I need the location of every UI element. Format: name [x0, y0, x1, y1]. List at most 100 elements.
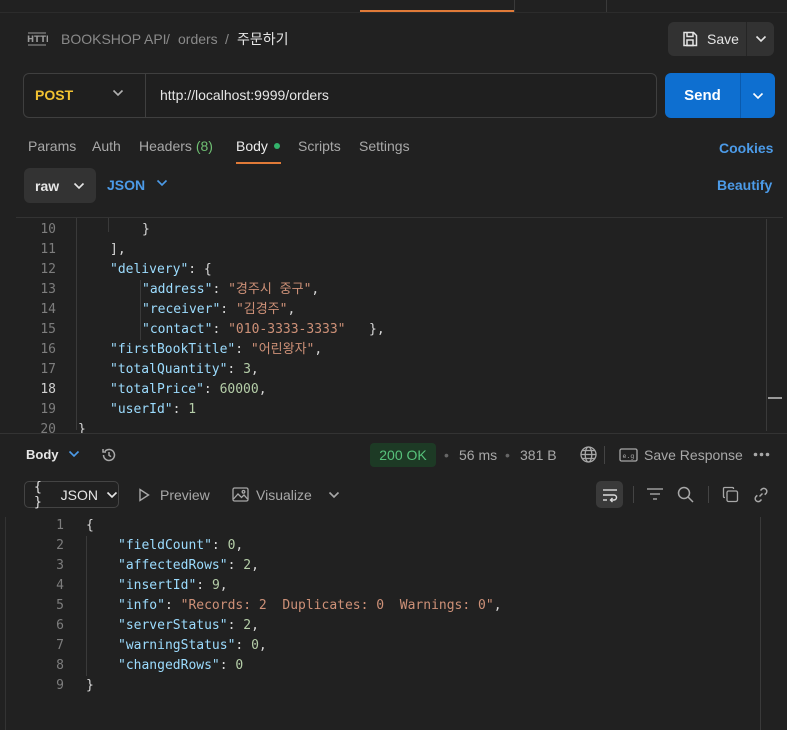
preview-button[interactable]: Preview [160, 487, 210, 503]
json-key: "contact" [142, 322, 213, 337]
line-number: 20 [40, 422, 56, 433]
line-number: 13 [40, 282, 56, 297]
svg-text:HTTP: HTTP [27, 35, 48, 45]
code-line: 5 "info": "Records: 2 Duplicates: 0 Warni… [16, 596, 756, 616]
send-options-button[interactable] [741, 73, 775, 118]
json-key: "totalQuantity" [110, 362, 228, 377]
chevron-down-icon[interactable] [68, 450, 80, 458]
code-punct: , [250, 362, 259, 377]
wrap-lines-button[interactable] [596, 481, 623, 508]
code-line: 18 "totalPrice": 60000, [16, 380, 766, 400]
json-key: "insertId" [118, 578, 197, 593]
braces-icon: { } [34, 479, 42, 510]
toolbar-divider [633, 486, 634, 503]
top-tab-divider [514, 0, 515, 12]
floppy-disk-icon [681, 30, 699, 48]
beautify-link[interactable]: Beautify [717, 177, 772, 193]
json-key: "address" [142, 282, 213, 297]
code-line: 20} [16, 420, 766, 433]
code-punct: : [227, 558, 244, 573]
save-options-button[interactable] [747, 22, 774, 56]
link-icon[interactable] [752, 486, 770, 504]
response-divider[interactable] [0, 433, 787, 434]
more-horizontal-icon[interactable] [753, 452, 770, 457]
code-punct: : { [188, 262, 212, 277]
code-punct: { [86, 518, 94, 533]
code-text: "contact": "010-3333-3333" }, [142, 320, 385, 340]
line-number: 7 [56, 638, 64, 653]
tab-settings[interactable]: Settings [359, 137, 410, 155]
breadcrumb-request-name[interactable]: 주문하기 [237, 30, 289, 48]
code-text: } [86, 676, 94, 696]
code-line: 6 "serverStatus": 2, [16, 616, 756, 636]
active-tab-underline [236, 162, 281, 164]
code-punct: , [251, 618, 259, 633]
json-key: "changedRows" [118, 658, 220, 673]
code-line: 13 "address": "경주시 중구", [16, 280, 766, 300]
code-text: ], [110, 240, 126, 260]
breadcrumb-folder[interactable]: orders [178, 30, 218, 48]
editor-scrollbar[interactable] [766, 219, 767, 431]
code-text: "firstBookTitle": "어린왕자", [110, 340, 322, 360]
http-icon: HTTP [26, 30, 52, 48]
request-body-editor[interactable]: 10} 11], 12 "delivery": {13 "address": "경주시 … [16, 217, 783, 433]
url-divider [145, 74, 146, 117]
response-body-label[interactable]: Body [26, 447, 59, 462]
save-response-button[interactable]: Save Response [644, 447, 743, 463]
copy-icon[interactable] [722, 486, 739, 503]
tab-body-label: Body [236, 138, 268, 154]
send-button[interactable]: Send [665, 73, 740, 118]
tab-headers-label: Headers [139, 138, 192, 154]
json-number: 0 [251, 638, 259, 653]
cookies-link[interactable]: Cookies [719, 140, 773, 156]
search-icon[interactable] [677, 486, 694, 503]
code-punct: : [235, 638, 252, 653]
chevron-down-icon [73, 182, 85, 190]
method-select[interactable]: POST [35, 87, 73, 103]
tab-params[interactable]: Params [28, 137, 76, 155]
tab-auth[interactable]: Auth [92, 137, 121, 155]
response-format-select[interactable]: { } JSON [24, 479, 119, 510]
body-mode-select[interactable]: raw [24, 168, 96, 203]
response-body-viewer[interactable]: 1{2 "fieldCount": 0, 3 "affectedRows": 2, 4 "… [16, 516, 760, 730]
code-text: "fieldCount": 0, [118, 536, 243, 556]
code-text: "info": "Records: 2 Duplicates: 0 Warnin… [118, 596, 502, 616]
code-punct: : [227, 618, 244, 633]
meta-divider [604, 446, 605, 464]
globe-icon[interactable] [579, 445, 598, 464]
code-text: "warningStatus": 0, [118, 636, 267, 656]
code-punct: , [314, 342, 323, 357]
visualize-button[interactable]: Visualize [256, 487, 312, 503]
code-text: "delivery": { [110, 260, 212, 280]
code-punct: }, [345, 322, 385, 337]
image-icon[interactable] [232, 487, 249, 502]
response-time[interactable]: 56 ms [459, 447, 497, 463]
status-badge[interactable]: 200 OK [370, 443, 436, 467]
line-number: 15 [40, 322, 56, 337]
response-size[interactable]: 381 B [520, 447, 557, 463]
save-response-icon[interactable]: e.g [619, 447, 638, 463]
chevron-down-icon[interactable] [156, 179, 168, 187]
url-input[interactable]: http://localhost:9999/orders [160, 87, 329, 103]
code-punct: : [164, 598, 181, 613]
filter-icon[interactable] [646, 487, 664, 501]
save-button-group: Save [668, 22, 774, 56]
tab-headers[interactable]: Headers (8) [139, 137, 213, 155]
save-button[interactable]: Save [668, 22, 746, 56]
indent-guide [108, 218, 109, 232]
indent-guide [140, 280, 141, 340]
code-punct: : [212, 282, 229, 297]
response-format-label: JSON [60, 486, 98, 503]
tab-scripts[interactable]: Scripts [298, 137, 341, 155]
code-line: 1{ [16, 516, 756, 536]
breadcrumb-collection[interactable]: BOOKSHOP API [61, 30, 167, 48]
chevron-down-icon[interactable] [112, 89, 124, 97]
response-scrollbar[interactable] [760, 517, 761, 730]
line-number: 19 [40, 402, 56, 417]
body-language-select[interactable]: JSON [107, 177, 145, 193]
chevron-down-icon[interactable] [328, 491, 340, 499]
history-icon[interactable] [100, 446, 118, 464]
tab-body[interactable]: Body [236, 137, 280, 155]
code-text: { [86, 516, 94, 536]
play-icon[interactable] [138, 488, 150, 502]
